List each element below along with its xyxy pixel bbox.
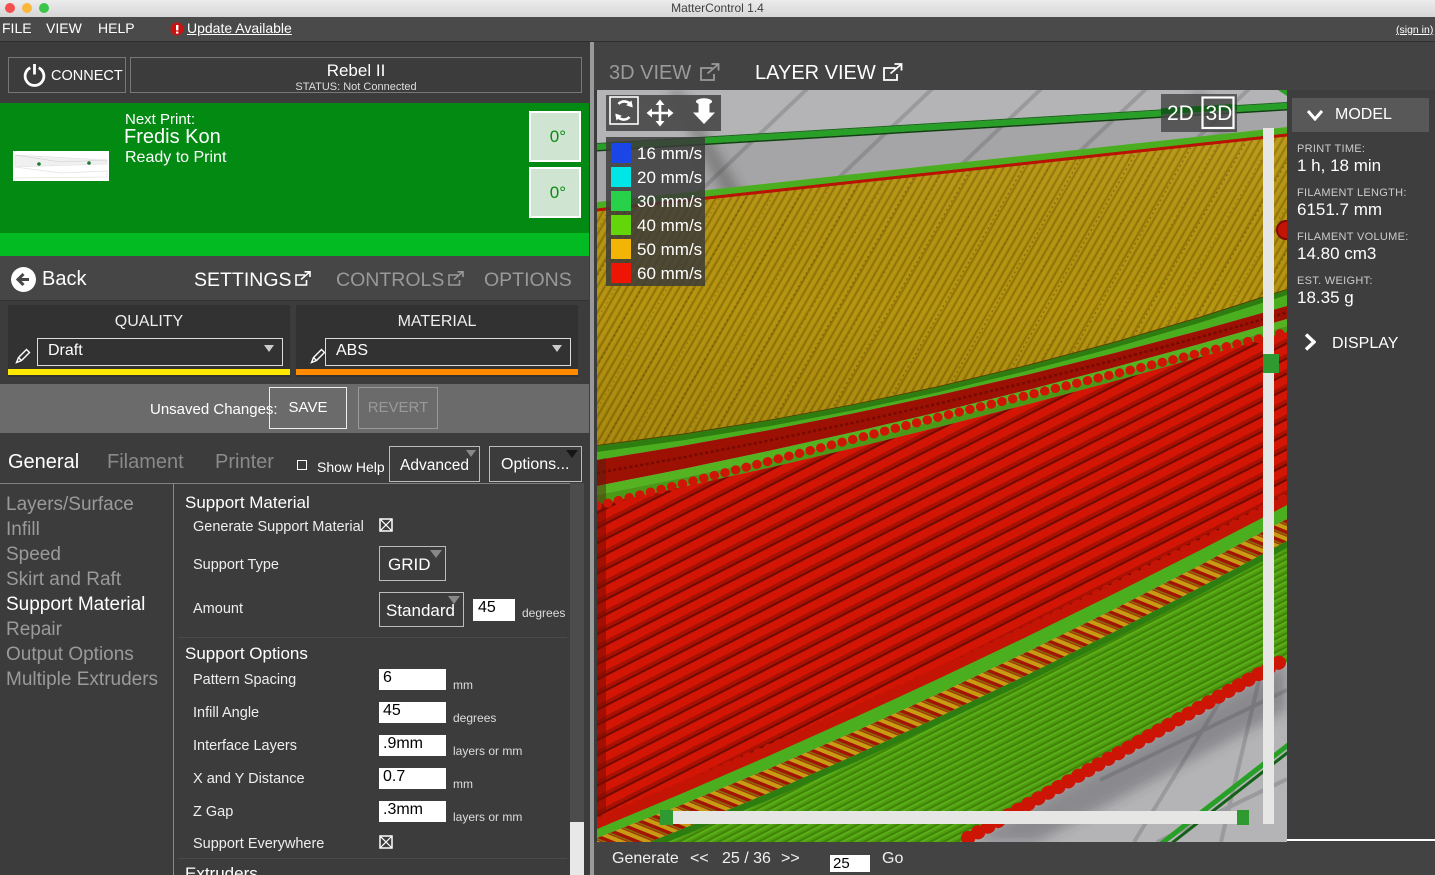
svg-text:3D: 3D [1206,102,1233,125]
svg-text:50 mm/s: 50 mm/s [637,240,702,259]
svg-text:30 mm/s: 30 mm/s [637,192,702,211]
svg-text:2D: 2D [1167,102,1194,125]
svg-text:20 mm/s: 20 mm/s [637,168,702,187]
svg-text:16 mm/s: 16 mm/s [637,144,702,163]
svg-text:60 mm/s: 60 mm/s [637,264,702,283]
svg-text:40 mm/s: 40 mm/s [637,216,702,235]
